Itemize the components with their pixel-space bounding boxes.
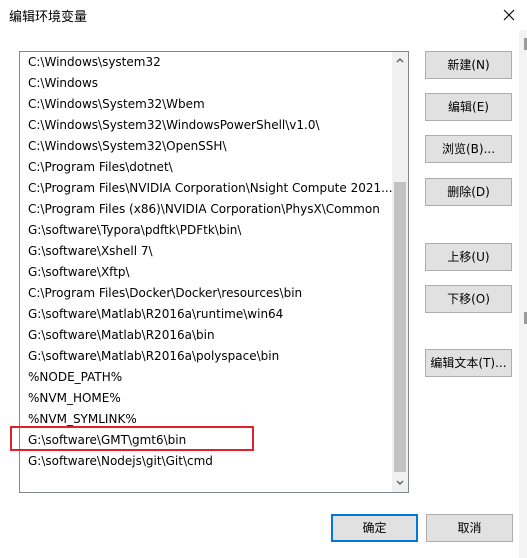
move-down-button[interactable]: 下移(O) bbox=[425, 285, 512, 313]
delete-button[interactable]: 删除(D) bbox=[425, 178, 512, 206]
scroll-thumb[interactable] bbox=[394, 182, 406, 472]
list-item[interactable]: C:\Windows\system32 bbox=[21, 52, 393, 73]
list-item[interactable]: C:\Program Files (x86)\NVIDIA Corporatio… bbox=[21, 199, 393, 220]
window-title: 编辑环境变量 bbox=[9, 10, 88, 25]
list-scrollbar[interactable] bbox=[392, 52, 408, 492]
list-item[interactable]: C:\Program Files\Docker\Docker\resources… bbox=[21, 283, 393, 304]
browse-button[interactable]: 浏览(B)... bbox=[425, 135, 512, 163]
close-icon bbox=[503, 9, 515, 21]
ok-button[interactable]: 确定 bbox=[331, 514, 418, 542]
window-right-edge bbox=[519, 30, 527, 558]
edit-button[interactable]: 编辑(E) bbox=[425, 93, 512, 121]
list-item[interactable]: G:\software\Xftp\ bbox=[21, 262, 393, 283]
cancel-button[interactable]: 取消 bbox=[426, 514, 513, 542]
edit-text-button[interactable]: 编辑文本(T)... bbox=[425, 349, 512, 377]
list-item[interactable]: C:\Program Files\NVIDIA Corporation\Nsig… bbox=[21, 178, 393, 199]
move-up-button[interactable]: 上移(U) bbox=[425, 243, 512, 271]
list-item[interactable]: G:\software\Matlab\R2016a\bin bbox=[21, 325, 393, 346]
list-item[interactable]: C:\Windows\System32\WindowsPowerShell\v1… bbox=[21, 115, 393, 136]
chevron-down-icon bbox=[396, 480, 404, 485]
list-item[interactable]: G:\software\Xshell 7\ bbox=[21, 241, 393, 262]
list-item[interactable]: G:\software\Matlab\R2016a\runtime\win64 bbox=[21, 304, 393, 325]
chevron-up-icon bbox=[396, 58, 404, 63]
close-button[interactable] bbox=[494, 2, 524, 28]
list-item[interactable]: G:\software\Nodejs\git\Git\cmd bbox=[21, 451, 393, 472]
list-item[interactable]: C:\Windows\System32\OpenSSH\ bbox=[21, 136, 393, 157]
list-item[interactable]: %NVM_HOME% bbox=[21, 388, 393, 409]
title-bar: 编辑环境变量 bbox=[0, 0, 527, 30]
new-button[interactable]: 新建(N) bbox=[425, 51, 512, 79]
list-item[interactable]: %NODE_PATH% bbox=[21, 367, 393, 388]
list-item[interactable]: G:\software\Matlab\R2016a\polyspace\bin bbox=[21, 346, 393, 367]
list-item[interactable]: G:\software\Typora\pdftk\PDFtk\bin\ bbox=[21, 220, 393, 241]
highlight-annotation bbox=[10, 426, 254, 451]
list-item[interactable]: C:\Windows bbox=[21, 73, 393, 94]
scroll-down-button[interactable] bbox=[392, 475, 408, 492]
scroll-up-button[interactable] bbox=[392, 52, 408, 69]
list-item[interactable]: C:\Program Files\dotnet\ bbox=[21, 157, 393, 178]
list-item[interactable]: C:\Windows\System32\Wbem bbox=[21, 94, 393, 115]
